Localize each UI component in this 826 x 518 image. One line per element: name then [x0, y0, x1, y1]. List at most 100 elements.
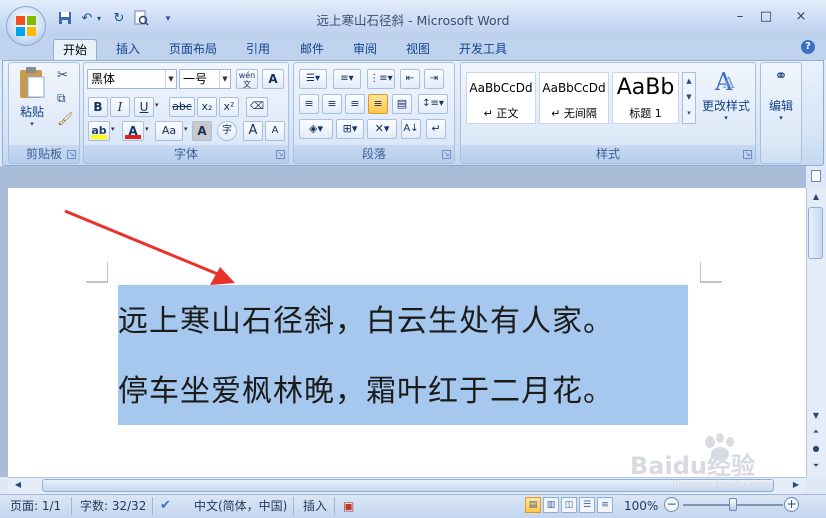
style-name: 标题 1: [629, 107, 662, 120]
tab-view[interactable]: 视图: [398, 39, 438, 61]
underline-button[interactable]: U: [134, 97, 154, 117]
numbering-button[interactable]: ≡▾: [333, 69, 361, 89]
superscript-button[interactable]: x²: [219, 97, 239, 117]
increase-indent-button[interactable]: ⇥: [424, 69, 444, 89]
grow-font-button[interactable]: A: [243, 121, 263, 141]
style-heading-1[interactable]: AaBb 标题 1: [612, 72, 679, 124]
clipboard-launcher-icon[interactable]: ↘: [67, 150, 76, 159]
scroll-up-icon[interactable]: ▲: [806, 189, 826, 205]
justify-button[interactable]: ≡: [368, 94, 388, 114]
tab-insert[interactable]: 插入: [108, 39, 148, 61]
bullets-button[interactable]: ☰▾: [299, 69, 327, 89]
copy-icon[interactable]: ⧉: [57, 91, 66, 106]
phonetic-guide-label: wén: [238, 71, 256, 80]
select-browse-object-icon[interactable]: ●: [806, 441, 826, 457]
tab-mailings[interactable]: 邮件: [292, 39, 332, 61]
styles-launcher-icon[interactable]: ↘: [743, 150, 752, 159]
align-right-button[interactable]: ≡: [345, 94, 365, 114]
zoom-slider-thumb[interactable]: [729, 498, 737, 511]
tab-home[interactable]: 开始: [53, 39, 97, 61]
clear-formatting-button[interactable]: ⌫: [246, 97, 268, 117]
paste-button[interactable]: 粘贴 ▾: [12, 66, 52, 136]
sort-button[interactable]: A↓: [401, 119, 421, 139]
status-separator: [71, 497, 72, 515]
chinese-layout-button[interactable]: ✕▾: [367, 119, 397, 139]
page-number-status[interactable]: 页面: 1/1: [10, 497, 61, 515]
ruler-toggle-icon[interactable]: [806, 166, 826, 188]
phonetic-guide-button[interactable]: wén 文: [236, 69, 258, 89]
web-layout-icon[interactable]: ◫: [561, 497, 577, 513]
font-color-dropdown-icon[interactable]: ▾: [145, 125, 149, 133]
editing-button[interactable]: ⚭ 编辑 ▾: [763, 66, 799, 136]
tab-review[interactable]: 审阅: [345, 39, 385, 61]
font-color-button[interactable]: A: [122, 121, 144, 141]
style-sample: AaBb: [616, 75, 675, 100]
show-marks-button[interactable]: ↵: [426, 119, 446, 139]
highlight-button[interactable]: ab: [88, 121, 110, 141]
print-layout-view-icon[interactable]: ▤: [525, 497, 541, 513]
style-no-spacing[interactable]: AaBbCcDd ↵ 无间隔: [539, 72, 609, 124]
scroll-down-icon[interactable]: ▼: [806, 408, 826, 424]
draft-view-icon[interactable]: ≡: [597, 497, 613, 513]
align-center-button[interactable]: ≡: [322, 94, 342, 114]
style-normal[interactable]: AaBbCcDd ↵ 正文: [466, 72, 536, 124]
multilevel-list-button[interactable]: ⋮≡▾: [367, 69, 395, 89]
font-name-combo[interactable]: 黑体 ▼: [87, 69, 177, 89]
paragraph-launcher-icon[interactable]: ↘: [442, 150, 451, 159]
shading-button[interactable]: ◈▾: [299, 119, 333, 139]
change-case-dropdown-icon[interactable]: ▾: [184, 125, 188, 133]
bold-button[interactable]: B: [88, 97, 108, 117]
minimize-button[interactable]: –: [727, 8, 753, 26]
scroll-left-icon[interactable]: ◀: [10, 478, 26, 492]
char-shading-button[interactable]: A: [192, 121, 212, 141]
align-left-button[interactable]: ≡: [299, 94, 319, 114]
change-styles-button[interactable]: AA 更改样式 ▾: [700, 66, 752, 136]
document-line[interactable]: 停车坐爱枫林晚，霜叶红于二月花。: [118, 366, 614, 410]
annotation-arrow: [64, 209, 235, 285]
next-page-icon[interactable]: ⏷: [806, 458, 826, 474]
tab-page-layout[interactable]: 页面布局: [163, 39, 223, 61]
cut-icon[interactable]: ✂: [57, 68, 68, 83]
distributed-button[interactable]: ▤: [392, 94, 412, 114]
status-separator: [152, 497, 153, 515]
macro-recording-icon[interactable]: ▣: [343, 497, 354, 515]
tab-references[interactable]: 引用: [238, 39, 278, 61]
borders-button[interactable]: ⊞▾: [336, 119, 364, 139]
language-status[interactable]: 中文(简体，中国): [194, 497, 287, 515]
zoom-out-icon[interactable]: −: [664, 497, 679, 512]
close-button[interactable]: ×: [788, 8, 814, 26]
enclose-char-button[interactable]: 字: [217, 121, 237, 141]
full-screen-reading-icon[interactable]: ▥: [543, 497, 559, 513]
underline-dropdown-icon[interactable]: ▾: [155, 101, 159, 109]
document-line[interactable]: 远上寒山石径斜，白云生处有人家。: [118, 296, 614, 340]
scroll-right-icon[interactable]: ▶: [788, 478, 804, 492]
vertical-scroll-thumb[interactable]: [808, 207, 823, 259]
format-painter-icon[interactable]: 🖌: [57, 112, 74, 127]
change-case-button[interactable]: Aa: [155, 121, 183, 141]
shrink-font-button[interactable]: A: [265, 121, 285, 141]
insert-mode-status[interactable]: 插入: [303, 497, 327, 515]
decrease-indent-button[interactable]: ⇤: [400, 69, 420, 89]
tab-developer[interactable]: 开发工具: [452, 39, 514, 61]
svg-text:A: A: [722, 73, 735, 92]
char-border-button[interactable]: A: [262, 69, 284, 89]
zoom-level[interactable]: 100%: [624, 497, 658, 515]
styles-scroll[interactable]: ▲ ▼ ▾: [682, 72, 696, 124]
outline-view-icon[interactable]: ☰: [579, 497, 595, 513]
maximize-button[interactable]: □: [753, 8, 779, 26]
font-group-label: 字体: [84, 145, 288, 163]
highlight-dropdown-icon[interactable]: ▾: [111, 125, 115, 133]
font-size-combo[interactable]: 一号 ▼: [179, 69, 231, 89]
status-separator: [293, 497, 294, 515]
italic-button[interactable]: I: [110, 97, 130, 117]
font-launcher-icon[interactable]: ↘: [276, 150, 285, 159]
word-count-status[interactable]: 字数: 32/32: [80, 497, 146, 515]
zoom-in-icon[interactable]: +: [784, 497, 799, 512]
strikethrough-button[interactable]: abc: [169, 97, 195, 117]
proofing-icon[interactable]: ✔: [160, 497, 171, 515]
subscript-button[interactable]: x₂: [197, 97, 217, 117]
office-button[interactable]: [6, 6, 46, 46]
previous-page-icon[interactable]: ⏶: [806, 424, 826, 440]
help-icon[interactable]: ?: [801, 40, 815, 54]
line-spacing-button[interactable]: ↕≡▾: [418, 94, 448, 114]
